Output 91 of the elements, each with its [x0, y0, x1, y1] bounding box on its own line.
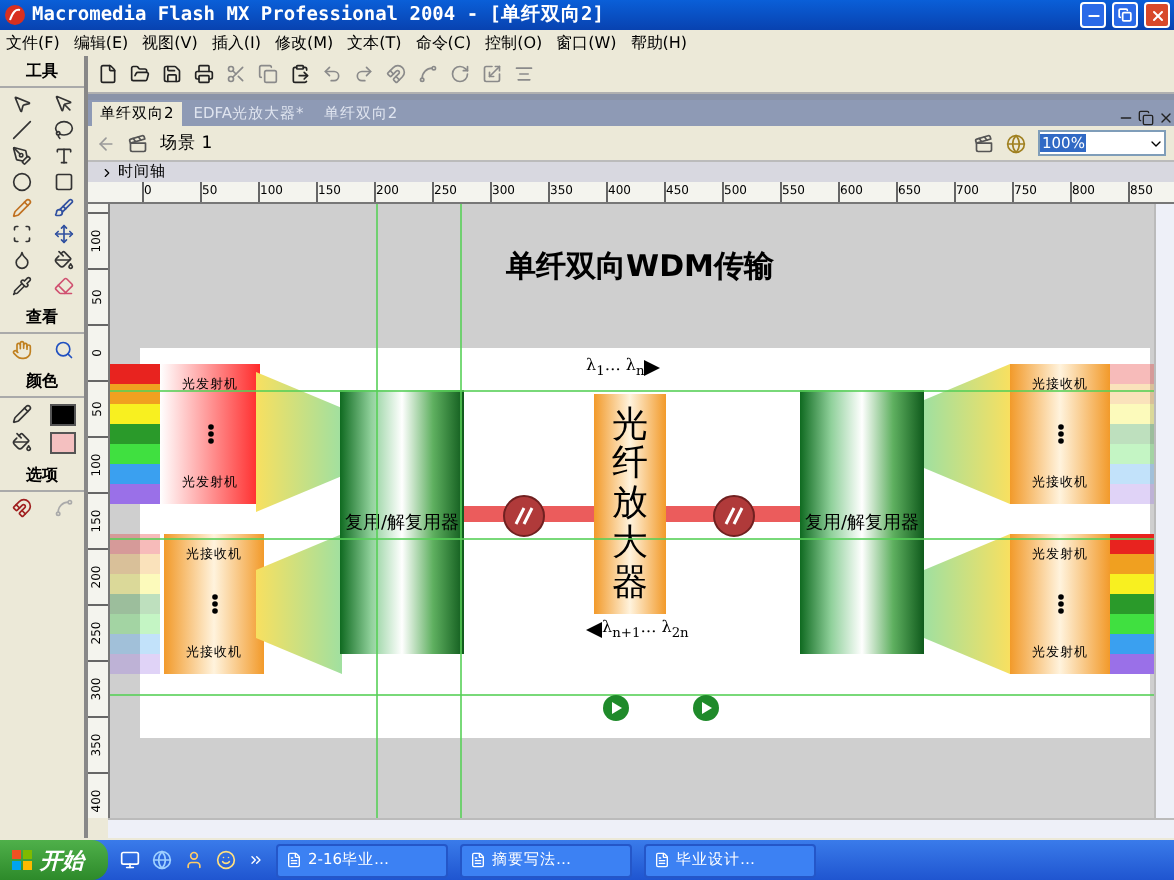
menu-item[interactable]: 修改(M) [274, 32, 334, 55]
close-icon [1149, 7, 1165, 24]
globe-icon[interactable] [152, 850, 172, 870]
clapperboard-icon [128, 133, 148, 153]
restore-icon[interactable] [1138, 110, 1154, 126]
fill-color-swatch[interactable] [50, 432, 76, 454]
caret-icon [100, 165, 114, 179]
transform-icon[interactable] [11, 224, 31, 244]
menu-item[interactable]: 窗口(W) [556, 32, 617, 55]
copy-icon[interactable] [258, 64, 278, 84]
scene-label[interactable]: 场景 1 [160, 131, 213, 155]
square-icon[interactable] [53, 172, 73, 192]
vertical-ellipsis-icon [1057, 424, 1063, 444]
redo-icon[interactable] [354, 64, 374, 84]
document-icon [654, 852, 670, 868]
menu-item[interactable]: 插入(I) [211, 32, 261, 55]
stroke-color-swatch[interactable] [50, 404, 76, 426]
ink-bottle-icon[interactable] [11, 250, 31, 270]
curve-icon[interactable] [418, 64, 438, 84]
window-title: Macromedia Flash MX Professional 2004 - [单纤双向2] [32, 2, 606, 29]
vertical-ellipsis-icon [1057, 594, 1063, 614]
circle-icon[interactable] [11, 172, 31, 192]
restore-icon [1118, 8, 1132, 23]
vertical-ellipsis-icon [211, 594, 217, 614]
pointer-icon[interactable] [53, 94, 73, 114]
folder-icon[interactable] [130, 64, 150, 84]
minimize-button[interactable] [1080, 2, 1106, 29]
panel-heading: 查看 [0, 302, 84, 334]
flag-logo-icon [12, 850, 32, 870]
magnet-icon[interactable] [386, 64, 406, 84]
menu-item[interactable]: 帮助(H) [630, 32, 688, 55]
align-icon[interactable] [514, 64, 534, 84]
user-icon[interactable] [184, 850, 204, 870]
panel-heading: 选项 [0, 460, 84, 492]
save-icon[interactable] [162, 64, 182, 84]
wavelength-label: λ$_{1}$… λ$_{n}$ [586, 356, 661, 380]
panel-heading: 颜色 [0, 366, 84, 398]
paint-bucket-icon[interactable] [53, 250, 73, 270]
document-icon [470, 852, 486, 868]
pen-icon[interactable] [11, 146, 31, 166]
color-bars-drawing [1110, 534, 1154, 674]
vertical-scrollbar[interactable] [1154, 204, 1174, 818]
monitor-icon[interactable] [120, 850, 140, 870]
vertical-ellipsis-icon [207, 424, 213, 444]
hand-icon[interactable] [11, 340, 31, 360]
color-bars-drawing [110, 534, 160, 674]
clipboard-icon[interactable] [290, 64, 310, 84]
menu-item[interactable]: 控制(O) [485, 32, 543, 55]
brush-icon[interactable] [53, 198, 73, 218]
move-icon[interactable] [53, 224, 73, 244]
lasso-icon[interactable] [53, 120, 73, 140]
panel-heading: 工具 [0, 56, 84, 88]
clapperboard-icon[interactable] [974, 133, 994, 153]
arrowhead-icon [644, 359, 661, 376]
line-icon[interactable] [11, 120, 31, 140]
pencil-icon[interactable] [11, 404, 31, 426]
search-icon[interactable] [53, 340, 73, 360]
menu-item[interactable]: 编辑(E) [73, 32, 129, 55]
wavelength-label: λ$_{n+1}$… λ$_{2n}$ [586, 618, 689, 642]
menu-item[interactable]: 命令(C) [415, 32, 472, 55]
play-button-icon[interactable] [692, 694, 720, 722]
horizontal-scrollbar[interactable] [108, 818, 1174, 838]
scissors-icon[interactable] [226, 64, 246, 84]
menu-item[interactable]: 视图(V) [142, 32, 198, 55]
arrow-icon[interactable] [11, 94, 31, 114]
restore-button[interactable] [1112, 2, 1138, 29]
chevron-icon[interactable] [248, 852, 264, 868]
fiber-connector-icon [502, 494, 546, 538]
menu-item[interactable]: 文本(T) [347, 32, 402, 55]
document-icon [286, 852, 302, 868]
scale-icon[interactable] [482, 64, 502, 84]
undo-icon[interactable] [322, 64, 342, 84]
rotate-icon[interactable] [450, 64, 470, 84]
diagram-title: 单纤双向WDM传输 [504, 248, 776, 286]
paint-bucket-icon[interactable] [11, 432, 31, 454]
close-button[interactable] [1144, 2, 1170, 29]
play-button-icon[interactable] [602, 694, 630, 722]
close-icon[interactable] [1158, 110, 1174, 126]
amplifier-block: 光纤放大器 [594, 394, 666, 614]
printer-icon[interactable] [194, 64, 214, 84]
text-icon[interactable] [53, 146, 73, 166]
menu-item[interactable]: 文件(F) [6, 32, 60, 55]
color-bars-drawing [110, 364, 160, 504]
new-file-icon[interactable] [98, 64, 118, 84]
eyedropper-icon[interactable] [11, 276, 31, 296]
app-logo-icon [4, 4, 26, 27]
magnet-icon[interactable] [11, 498, 31, 518]
color-bars-drawing [1110, 364, 1154, 504]
fiber-connector-icon [712, 494, 756, 538]
arrowhead-icon [586, 621, 602, 638]
smiley-icon[interactable] [216, 850, 236, 870]
